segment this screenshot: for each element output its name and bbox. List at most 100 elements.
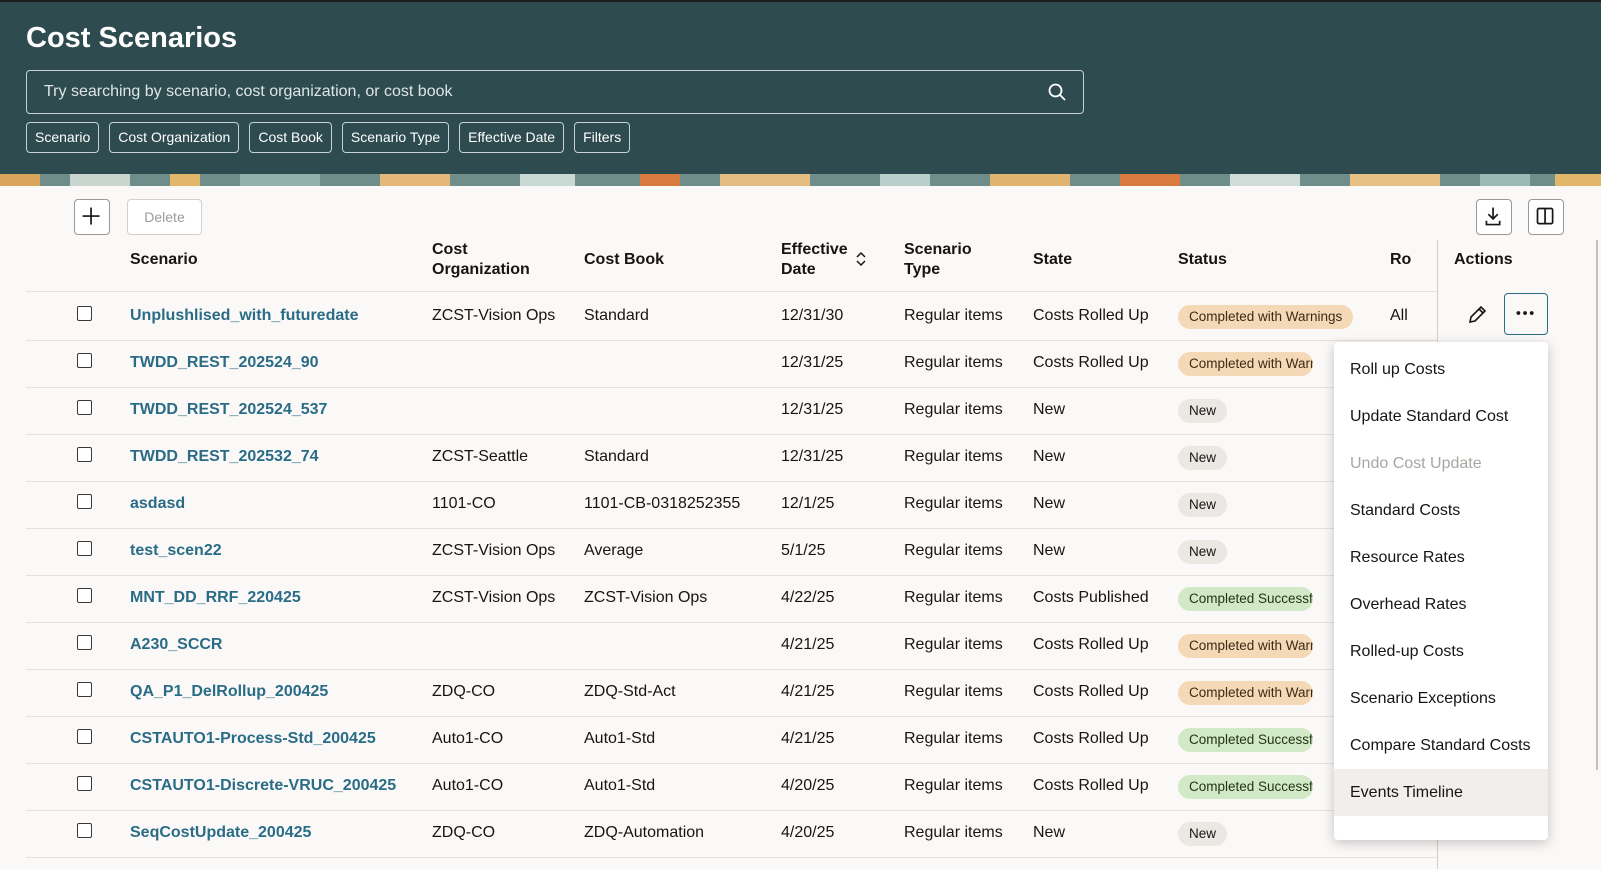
col-scenario-type-line2[interactable]: Type <box>904 260 940 279</box>
col-effective-line1[interactable]: Effective <box>781 240 848 259</box>
cost-book-cell: 1101-CB-0318252355 <box>584 495 741 512</box>
col-cost-org-line2[interactable]: Organization <box>432 260 530 279</box>
scenario-link[interactable]: CSTAUTO1-Discrete-VRUC_200425 <box>130 777 396 795</box>
row-checkbox[interactable] <box>77 776 92 791</box>
scenario-link[interactable]: TWDD_REST_202532_74 <box>130 448 319 466</box>
scenario-link[interactable]: MNT_DD_RRF_220425 <box>130 589 301 607</box>
col-scenario-type-line1[interactable]: Scenario <box>904 240 972 259</box>
top-border <box>0 0 1601 2</box>
state-cell: Costs Published <box>1033 589 1149 606</box>
state-cell: New <box>1033 401 1066 418</box>
filter-chip[interactable]: Cost Organization <box>109 122 240 153</box>
scenario-link[interactable]: A230_SCCR <box>130 636 222 654</box>
col-effective-line2[interactable]: Date <box>781 260 816 279</box>
menu-item[interactable]: Overhead Rates <box>1334 581 1548 628</box>
scenario-type-cell: Regular items <box>904 730 1003 747</box>
row-checkbox[interactable] <box>77 306 92 321</box>
state-cell: New <box>1033 824 1066 841</box>
scenario-type-cell: Regular items <box>904 401 1003 418</box>
col-cost-book[interactable]: Cost Book <box>584 250 664 269</box>
search-icon[interactable] <box>1047 82 1067 102</box>
col-scenario[interactable]: Scenario <box>130 250 198 269</box>
menu-item[interactable]: Standard Costs <box>1334 487 1548 534</box>
cost-book-cell: ZDQ-Automation <box>584 824 705 841</box>
scenario-link[interactable]: Unplushlised_with_futuredate <box>130 307 358 325</box>
cost-book-cell: Standard <box>584 448 649 465</box>
filter-chip[interactable]: Scenario Type <box>341 122 450 153</box>
row-checkbox[interactable] <box>77 588 92 603</box>
cost-org-cell: ZDQ-CO <box>432 824 496 841</box>
effective-date-cell: 4/21/25 <box>781 636 835 653</box>
filter-chip[interactable]: Effective Date <box>459 122 565 153</box>
status-badge: New <box>1178 540 1228 564</box>
scenario-link[interactable]: CSTAUTO1-Process-Std_200425 <box>130 730 376 748</box>
scenario-link[interactable]: asdasd <box>130 495 185 513</box>
state-cell: Costs Rolled Up <box>1033 683 1149 700</box>
effective-date-cell: 12/31/25 <box>781 401 844 418</box>
plus-icon <box>82 207 100 225</box>
cost-book-cell: ZDQ-Std-Act <box>584 683 676 700</box>
row-checkbox[interactable] <box>77 635 92 650</box>
effective-date-cell: 4/20/25 <box>781 824 835 841</box>
filter-chip[interactable]: Scenario <box>26 122 100 153</box>
col-cost-org-line1[interactable]: Cost <box>432 240 468 259</box>
table-row[interactable]: Unplushlised_with_futuredate ZCST-Vision … <box>26 293 1601 341</box>
cost-org-cell: ZCST-Seattle <box>432 448 529 465</box>
status-badge: Completed Successfully <box>1178 728 1313 752</box>
scenario-type-cell: Regular items <box>904 636 1003 653</box>
menu-item[interactable]: Resource Rates <box>1334 534 1548 581</box>
state-cell: Costs Rolled Up <box>1033 307 1149 324</box>
scenario-link[interactable]: TWDD_REST_202524_90 <box>130 354 319 372</box>
menu-item[interactable]: Compare Standard Costs <box>1334 722 1548 769</box>
scenario-type-cell: Regular items <box>904 354 1003 371</box>
table-header: Scenario Cost Organization Cost Book Eff… <box>26 240 1601 292</box>
col-ro[interactable]: Ro <box>1390 250 1411 269</box>
scenario-link[interactable]: SeqCostUpdate_200425 <box>130 824 311 842</box>
state-cell: Costs Rolled Up <box>1033 730 1149 747</box>
delete-button[interactable]: Delete <box>127 199 202 235</box>
row-checkbox[interactable] <box>77 682 92 697</box>
menu-item[interactable]: Roll up Costs <box>1334 346 1548 393</box>
row-checkbox[interactable] <box>77 447 92 462</box>
row-checkbox[interactable] <box>77 541 92 556</box>
column-layout-button[interactable] <box>1528 199 1564 235</box>
filter-chip[interactable]: Filters <box>574 122 631 153</box>
status-badge: New <box>1178 399 1228 423</box>
col-status[interactable]: Status <box>1178 250 1227 269</box>
menu-item[interactable]: Scenario Exceptions <box>1334 675 1548 722</box>
scenario-link[interactable]: QA_P1_DelRollup_200425 <box>130 683 328 701</box>
scenario-link[interactable]: test_scen22 <box>130 542 222 560</box>
row-checkbox[interactable] <box>77 353 92 368</box>
pencil-icon[interactable] <box>1466 304 1488 326</box>
state-cell: Costs Rolled Up <box>1033 354 1149 371</box>
download-icon <box>1485 207 1501 226</box>
scenario-link[interactable]: TWDD_REST_202524_537 <box>130 401 327 419</box>
cost-org-cell: ZCST-Vision Ops <box>432 542 556 559</box>
cost-book-cell: Auto1-Std <box>584 777 656 794</box>
columns-icon <box>1536 207 1554 225</box>
cost-book-cell: Auto1-Std <box>584 730 656 747</box>
effective-date-cell: 12/31/25 <box>781 354 844 371</box>
search-input[interactable]: Try searching by scenario, cost organiza… <box>26 70 1084 114</box>
vertical-scrollbar[interactable] <box>1596 240 1598 770</box>
menu-item[interactable]: Events Timeline <box>1334 769 1548 816</box>
state-cell: New <box>1033 448 1066 465</box>
menu-item[interactable]: Update Standard Cost <box>1334 393 1548 440</box>
filter-chip[interactable]: Cost Book <box>249 122 332 153</box>
status-badge: Completed Successfully <box>1178 775 1313 799</box>
row-checkbox[interactable] <box>77 823 92 838</box>
row-checkbox[interactable] <box>77 729 92 744</box>
export-button[interactable] <box>1476 199 1512 235</box>
row-checkbox[interactable] <box>77 400 92 415</box>
page-header: Cost Scenarios Try searching by scenario… <box>0 0 1601 186</box>
menu-item[interactable]: Rolled-up Costs <box>1334 628 1548 675</box>
row-checkbox[interactable] <box>77 494 92 509</box>
more-actions-button[interactable] <box>1504 293 1548 335</box>
scenario-type-cell: Regular items <box>904 542 1003 559</box>
sort-icon[interactable] <box>854 250 868 268</box>
cost-book-cell: Standard <box>584 307 649 324</box>
col-state[interactable]: State <box>1033 250 1072 269</box>
add-button[interactable] <box>74 199 110 235</box>
scenario-type-cell: Regular items <box>904 589 1003 606</box>
state-cell: Costs Rolled Up <box>1033 777 1149 794</box>
